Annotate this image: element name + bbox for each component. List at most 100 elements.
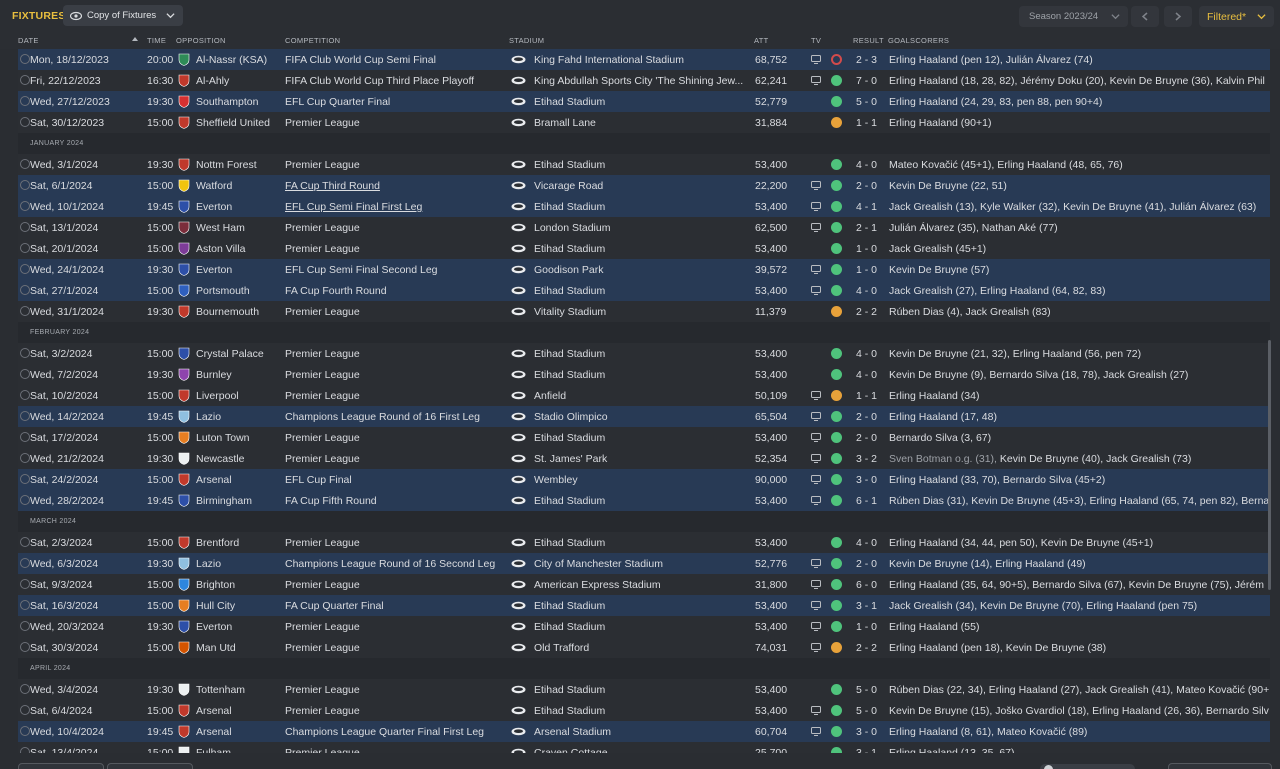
opposition-link[interactable]: Everton [196,264,232,276]
col-result[interactable]: RESULT [853,36,884,45]
scrollbar-thumb[interactable] [1268,340,1271,590]
bottom-button-3[interactable] [1168,763,1272,769]
fixture-row[interactable]: Sat, 10/2/2024 15:00 Liverpool Premier Leag… [18,385,1270,406]
row-select-checkbox[interactable] [20,264,30,274]
competition-link[interactable]: Premier League [285,222,360,234]
competition-link[interactable]: Premier League [285,453,360,465]
competition-link[interactable]: FIFA Club World Cup Third Place Playoff [285,75,474,87]
previous-season-button[interactable] [1131,6,1159,27]
row-select-checkbox[interactable] [20,474,30,484]
competition-link[interactable]: Premier League [285,390,360,402]
filter-dropdown[interactable]: Filtered* [1199,6,1274,27]
season-select[interactable]: Season 2023/24 [1019,6,1128,27]
opposition-link[interactable]: Watford [196,180,232,192]
row-select-checkbox[interactable] [20,390,30,400]
fixture-row[interactable]: Wed, 3/1/2024 19:30 Nottm Forest Premier Le… [18,154,1270,175]
row-select-checkbox[interactable] [20,558,30,568]
opposition-link[interactable]: Bournemouth [196,306,259,318]
col-opposition[interactable]: OPPOSITION [176,36,226,45]
opposition-link[interactable]: West Ham [196,222,245,234]
fixture-row[interactable]: Wed, 10/4/2024 19:45 Arsenal Champions Leag… [18,721,1270,742]
fixture-row[interactable]: Sat, 24/2/2024 15:00 Arsenal EFL Cup Final W… [18,469,1270,490]
fixture-row[interactable]: Wed, 20/3/2024 19:30 Everton Premier League… [18,616,1270,637]
col-att[interactable]: ATT [754,36,769,45]
col-time[interactable]: TIME [147,36,166,45]
fixture-row[interactable]: Fri, 22/12/2023 16:30 Al-Ahly FIFA Club Wor… [18,70,1270,91]
col-tv[interactable]: TV [811,36,821,45]
opposition-link[interactable]: Lazio [196,411,221,423]
bottom-button-1[interactable] [18,763,104,769]
opposition-link[interactable]: Hull City [196,600,235,612]
row-select-checkbox[interactable] [20,222,30,232]
competition-link[interactable]: Premier League [285,369,360,381]
opposition-link[interactable]: Al-Ahly [196,75,229,87]
bottom-button-2[interactable] [107,763,193,769]
competition-link[interactable]: FA Cup Fourth Round [285,285,387,297]
row-select-checkbox[interactable] [20,453,30,463]
row-select-checkbox[interactable] [20,621,30,631]
fixture-row[interactable]: Sat, 13/1/2024 15:00 West Ham Premier Leagu… [18,217,1270,238]
fixture-row[interactable]: Wed, 14/2/2024 19:45 Lazio Champions League… [18,406,1270,427]
opposition-link[interactable]: Nottm Forest [196,159,257,171]
fixture-row[interactable]: Sat, 3/2/2024 15:00 Crystal Palace Premier … [18,343,1270,364]
row-select-checkbox[interactable] [20,117,30,127]
opposition-link[interactable]: Everton [196,201,232,213]
row-select-checkbox[interactable] [20,369,30,379]
competition-link[interactable]: Premier League [285,159,360,171]
competition-link[interactable]: EFL Cup Final [285,474,352,486]
fixture-row[interactable]: Wed, 28/2/2024 19:45 Birmingham FA Cup Fift… [18,490,1270,511]
row-select-checkbox[interactable] [20,747,30,753]
opposition-link[interactable]: Birmingham [196,495,252,507]
competition-link[interactable]: Premier League [285,432,360,444]
competition-link[interactable]: Premier League [285,642,360,654]
competition-link[interactable]: Premier League [285,747,360,753]
competition-link[interactable]: Champions League Round of 16 First Leg [285,411,480,423]
competition-link[interactable]: EFL Cup Quarter Final [285,96,390,108]
row-select-checkbox[interactable] [20,726,30,736]
fixture-row[interactable]: Sat, 17/2/2024 15:00 Luton Town Premier Lea… [18,427,1270,448]
competition-link[interactable]: EFL Cup Semi Final Second Leg [285,264,438,276]
competition-link[interactable]: FA Cup Quarter Final [285,600,384,612]
opposition-link[interactable]: Tottenham [196,684,245,696]
competition-link[interactable]: Premier League [285,117,360,129]
competition-link[interactable]: Champions League Round of 16 Second Leg [285,558,495,570]
row-select-checkbox[interactable] [20,579,30,589]
opposition-link[interactable]: Brighton [196,579,235,591]
fixture-row[interactable]: Mon, 18/12/2023 20:00 Al-Nassr (KSA) FIFA C… [18,49,1270,70]
opposition-link[interactable]: Arsenal [196,726,232,738]
row-select-checkbox[interactable] [20,495,30,505]
fixture-row[interactable]: Sat, 20/1/2024 15:00 Aston Villa Premier Le… [18,238,1270,259]
row-select-checkbox[interactable] [20,348,30,358]
competition-link[interactable]: FA Cup Fifth Round [285,495,377,507]
opposition-link[interactable]: Lazio [196,558,221,570]
competition-link[interactable]: Premier League [285,705,360,717]
fixture-row[interactable]: Wed, 7/2/2024 19:30 Burnley Premier League E… [18,364,1270,385]
row-select-checkbox[interactable] [20,201,30,211]
col-goalscorers[interactable]: GOALSCORERS [888,36,949,45]
next-season-button[interactable] [1164,6,1192,27]
competition-link[interactable]: Premier League [285,684,360,696]
opposition-link[interactable]: Newcastle [196,453,244,465]
fixture-row[interactable]: Sat, 6/1/2024 15:00 Watford FA Cup Third Ro… [18,175,1270,196]
fixture-row[interactable]: Wed, 10/1/2024 19:45 Everton EFL Cup Semi F… [18,196,1270,217]
opposition-link[interactable]: Southampton [196,96,258,108]
competition-link[interactable]: Premier League [285,306,360,318]
fixture-row[interactable]: Sat, 2/3/2024 15:00 Brentford Premier Leagu… [18,532,1270,553]
competition-link[interactable]: Premier League [285,537,360,549]
row-select-checkbox[interactable] [20,600,30,610]
row-select-checkbox[interactable] [20,180,30,190]
row-select-checkbox[interactable] [20,75,30,85]
fixture-row[interactable]: Wed, 31/1/2024 19:30 Bournemouth Premier Le… [18,301,1270,322]
row-select-checkbox[interactable] [20,54,30,64]
competition-link[interactable]: FA Cup Third Round [285,180,380,192]
row-select-checkbox[interactable] [20,96,30,106]
fixture-row[interactable]: Wed, 6/3/2024 19:30 Lazio Champions League … [18,553,1270,574]
opposition-link[interactable]: Luton Town [196,432,250,444]
competition-link[interactable]: Premier League [285,579,360,591]
opposition-link[interactable]: Portsmouth [196,285,250,297]
fixture-row[interactable]: Wed, 3/4/2024 19:30 Tottenham Premier Leagu… [18,679,1270,700]
fixture-row[interactable]: Sat, 30/12/2023 15:00 Sheffield United Prem… [18,112,1270,133]
fixture-row[interactable]: Wed, 27/12/2023 19:30 Southampton EFL Cup Q… [18,91,1270,112]
opposition-link[interactable]: Burnley [196,369,232,381]
competition-link[interactable]: Champions League Quarter Final First Leg [285,726,484,738]
